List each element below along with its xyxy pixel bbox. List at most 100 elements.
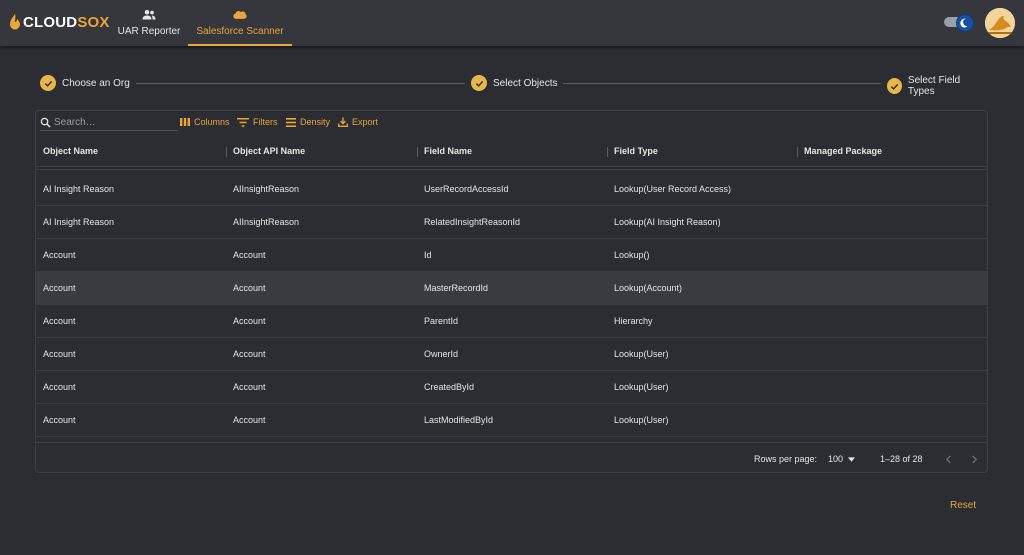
rows-per-page-label: Rows per page: [754, 454, 818, 464]
caret-down-icon [848, 456, 856, 462]
step-label: Choose an Org [62, 77, 130, 89]
cell-object-api-name: Account [233, 382, 266, 392]
theme-toggle-switch[interactable] [944, 14, 974, 32]
logo-mark-icon [10, 14, 20, 30]
check-circle-icon [887, 78, 902, 94]
search-icon [40, 117, 51, 128]
people-icon [142, 9, 156, 20]
filters-label: Filters [253, 117, 278, 127]
table-row-highlighted[interactable]: Account Account MasterRecordId Lookup(Ac… [36, 272, 987, 305]
check-circle-icon [471, 75, 487, 91]
table-row[interactable]: Account Account ParentId Hierarchy [36, 305, 987, 338]
cell-field-name: UserRecordAccessId [424, 184, 509, 194]
cell-field-type: Hierarchy [614, 316, 653, 326]
nav-tab-label: Salesforce Scanner [196, 26, 284, 37]
nav-tab-salesforce-scanner[interactable]: Salesforce Scanner [188, 0, 292, 46]
density-button[interactable]: Density [286, 117, 330, 127]
cell-object-name: AI Insight Reason [43, 184, 115, 194]
user-avatar[interactable] [985, 8, 1015, 38]
top-navigation-bar: CLOUDSOX UAR Reporter Salesforce Scanner [0, 0, 1024, 46]
cell-field-type: Lookup(AI Insight Reason) [614, 217, 721, 227]
stepper-connector [128, 83, 466, 84]
column-separator[interactable] [987, 147, 988, 157]
previous-page-button[interactable] [940, 451, 956, 467]
cell-object-api-name: AIInsightReason [233, 184, 300, 194]
cell-field-type: Lookup() [614, 250, 650, 260]
rows-per-page-value: 100 [828, 454, 844, 464]
column-separator[interactable] [417, 147, 418, 157]
cell-object-api-name: Account [233, 250, 266, 260]
reset-button[interactable]: Reset [950, 500, 976, 511]
table-row[interactable]: Account Account OwnerId Lookup(User) [36, 338, 987, 371]
cell-field-name: RelatedInsightReasonId [424, 217, 521, 227]
cell-object-name: AI Insight Reason [43, 217, 115, 227]
table-row[interactable]: AI Insight Reason AIInsightReason Relate… [36, 206, 987, 239]
nav-tab-label: UAR Reporter [117, 26, 181, 37]
column-header-field-name[interactable]: Field Name [424, 146, 472, 156]
column-header-object-name[interactable]: Object Name [43, 146, 98, 156]
export-button[interactable]: Export [338, 117, 378, 127]
column-header-managed-package[interactable]: Managed Package [804, 146, 882, 156]
cell-object-api-name: AIInsightReason [233, 217, 300, 227]
nav-tab-uar-reporter[interactable]: UAR Reporter [112, 0, 186, 46]
table-row[interactable]: Account Account Id Lookup() [36, 239, 987, 272]
check-circle-icon [40, 75, 56, 91]
cell-field-name: Id [424, 250, 432, 260]
columns-icon [180, 118, 190, 126]
column-header-object-api-name[interactable]: Object API Name [233, 146, 305, 156]
cell-field-type: Lookup(User) [614, 415, 669, 425]
moon-icon [960, 18, 968, 28]
column-header-field-type[interactable]: Field Type [614, 146, 658, 156]
columns-button[interactable]: Columns [180, 117, 230, 127]
filters-button[interactable]: Filters [237, 117, 278, 127]
cell-field-type: Lookup(User) [614, 382, 669, 392]
cell-object-api-name: Account [233, 316, 266, 326]
progress-stepper: Choose an Org Select Objects Select Fiel… [40, 75, 984, 97]
table-row[interactable]: Account Account CreatedById Lookup(User) [36, 371, 987, 404]
column-separator[interactable] [226, 147, 227, 157]
table-header-row: Object Name Object API Name Field Name F… [36, 139, 987, 167]
partial-table-row [36, 169, 987, 170]
step-select-field-types[interactable]: Select Field Types [881, 75, 984, 97]
grid-toolbar: Columns Filters Density Export [36, 111, 987, 136]
cell-object-name: Account [43, 316, 76, 326]
next-page-button[interactable] [966, 451, 982, 467]
step-label: Select Field Types [907, 75, 961, 97]
cell-field-name: CreatedById [424, 382, 475, 392]
chevron-left-icon [945, 455, 951, 463]
cell-field-name: OwnerId [424, 349, 459, 359]
pagination-range: 1–28 of 28 [880, 454, 923, 464]
cell-object-name: Account [43, 250, 76, 260]
data-grid: Columns Filters Density Export Object Na… [35, 110, 988, 473]
filter-icon [237, 117, 249, 127]
export-icon [338, 117, 348, 127]
search-box [40, 115, 178, 131]
cell-field-name: MasterRecordId [424, 283, 489, 293]
cell-object-name: Account [43, 349, 76, 359]
cell-object-name: Account [43, 415, 76, 425]
table-row[interactable]: Account Account LastModifiedById Lookup(… [36, 404, 987, 437]
export-label: Export [352, 117, 379, 127]
cloudsox-logo[interactable]: CLOUDSOX [9, 12, 110, 32]
step-select-objects[interactable]: Select Objects [465, 75, 564, 91]
cell-field-type: Lookup(User) [614, 349, 669, 359]
logo-text: CLOUDSOX [23, 13, 110, 31]
density-label: Density [300, 117, 331, 127]
cell-field-type: Lookup(Account) [614, 283, 683, 293]
cell-object-api-name: Account [233, 283, 266, 293]
pagination-footer: Rows per page: 100 1–28 of 28 [36, 442, 987, 472]
density-icon [286, 117, 296, 127]
stepper-connector [550, 83, 888, 84]
step-label: Select Objects [493, 77, 558, 89]
column-separator[interactable] [607, 147, 608, 157]
cell-field-name: LastModifiedById [424, 415, 494, 425]
cell-object-name: Account [43, 283, 76, 293]
column-separator[interactable] [797, 147, 798, 157]
cell-field-name: ParentId [424, 316, 459, 326]
step-choose-org[interactable]: Choose an Org [40, 75, 136, 91]
rows-per-page-select[interactable]: 100 [828, 452, 856, 466]
cell-object-name: Account [43, 382, 76, 392]
search-input[interactable] [54, 117, 164, 128]
table-row[interactable]: AI Insight Reason AIInsightReason UserRe… [36, 173, 987, 206]
chevron-right-icon [971, 455, 977, 463]
